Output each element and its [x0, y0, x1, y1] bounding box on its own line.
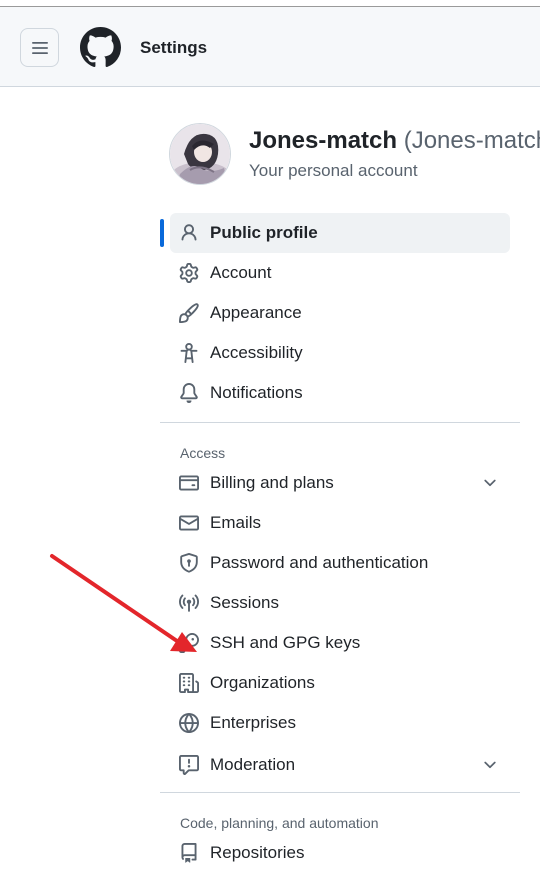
sidebar-item-label: Accessibility: [210, 343, 303, 362]
sidebar-item-accessibility[interactable]: Accessibility: [160, 333, 520, 373]
broadcast-icon: [179, 594, 199, 612]
sidebar-item-public-profile[interactable]: Public profile: [160, 213, 520, 253]
chevron-down-icon[interactable]: [481, 474, 499, 492]
key-icon: [179, 633, 199, 653]
sidebar-item-ssh-gpg-keys[interactable]: SSH and GPG keys: [160, 623, 520, 663]
github-logo-icon[interactable]: [80, 27, 121, 68]
accessibility-icon: [180, 343, 198, 363]
gear-icon: [179, 263, 199, 283]
bell-icon: [180, 383, 198, 403]
account-title: Jones-match (Jones-match): [249, 127, 540, 155]
sidebar-item-sessions[interactable]: Sessions: [160, 583, 520, 623]
sidebar-item-billing[interactable]: Billing and plans: [160, 463, 520, 503]
organization-icon: [179, 673, 199, 693]
sidebar-item-label: Notifications: [210, 383, 303, 402]
sidebar-item-notifications[interactable]: Notifications: [160, 373, 520, 413]
page-title: Settings: [140, 38, 208, 57]
shield-lock-icon: [180, 553, 198, 573]
repo-icon: [181, 843, 197, 863]
username[interactable]: Jones-match: [249, 127, 397, 154]
sidebar-item-label: Appearance: [210, 303, 302, 322]
user-handle: (Jones-match): [403, 127, 540, 154]
sidebar-item-moderation[interactable]: Moderation: [160, 745, 520, 785]
section-heading-label: Code, planning, and automation: [180, 815, 379, 831]
active-item-indicator: [160, 219, 164, 247]
sidebar-item-account[interactable]: Account: [160, 253, 520, 293]
globe-icon: [179, 713, 199, 733]
credit-card-icon: [179, 475, 199, 491]
section-heading-access: Access: [160, 423, 520, 463]
sidebar-item-label: Password and authentication: [210, 553, 429, 572]
sidebar-item-label: SSH and GPG keys: [210, 633, 361, 652]
annotation-arrow-line: [50, 554, 179, 643]
person-icon: [181, 224, 197, 241]
sidebar-item-label: Public profile: [210, 223, 318, 242]
sidebar-item-label: Sessions: [210, 593, 279, 612]
app-header: Settings: [0, 7, 540, 87]
sidebar-item-appearance[interactable]: Appearance: [160, 293, 520, 333]
avatar[interactable]: [169, 123, 231, 185]
sidebar-item-label: Repositories: [210, 843, 305, 862]
sidebar-item-password[interactable]: Password and authentication: [160, 543, 520, 583]
sidebar-item-emails[interactable]: Emails: [160, 503, 520, 543]
mail-icon: [179, 515, 199, 531]
section-heading-code: Code, planning, and automation: [160, 793, 520, 833]
sidebar-item-label: Enterprises: [210, 713, 296, 732]
settings-sidebar: Public profile Account Appearance Access…: [160, 213, 520, 873]
sidebar-item-label: Account: [210, 263, 272, 282]
paintbrush-icon: [179, 303, 199, 323]
hamburger-icon: [31, 41, 48, 54]
chevron-down-icon[interactable]: [481, 756, 499, 774]
sidebar-item-enterprises[interactable]: Enterprises: [160, 703, 520, 743]
sidebar-item-repositories[interactable]: Repositories: [160, 833, 520, 873]
account-subtitle: Your personal account: [249, 161, 418, 180]
section-heading-label: Access: [180, 445, 226, 461]
sidebar-item-label: Organizations: [210, 673, 315, 692]
sidebar-item-label: Emails: [210, 513, 262, 532]
menu-button[interactable]: [20, 28, 59, 67]
sidebar-item-organizations[interactable]: Organizations: [160, 663, 520, 703]
sidebar-item-label: Billing and plans: [210, 473, 334, 492]
report-icon: [179, 755, 199, 775]
sidebar-item-label: Moderation: [210, 755, 296, 774]
